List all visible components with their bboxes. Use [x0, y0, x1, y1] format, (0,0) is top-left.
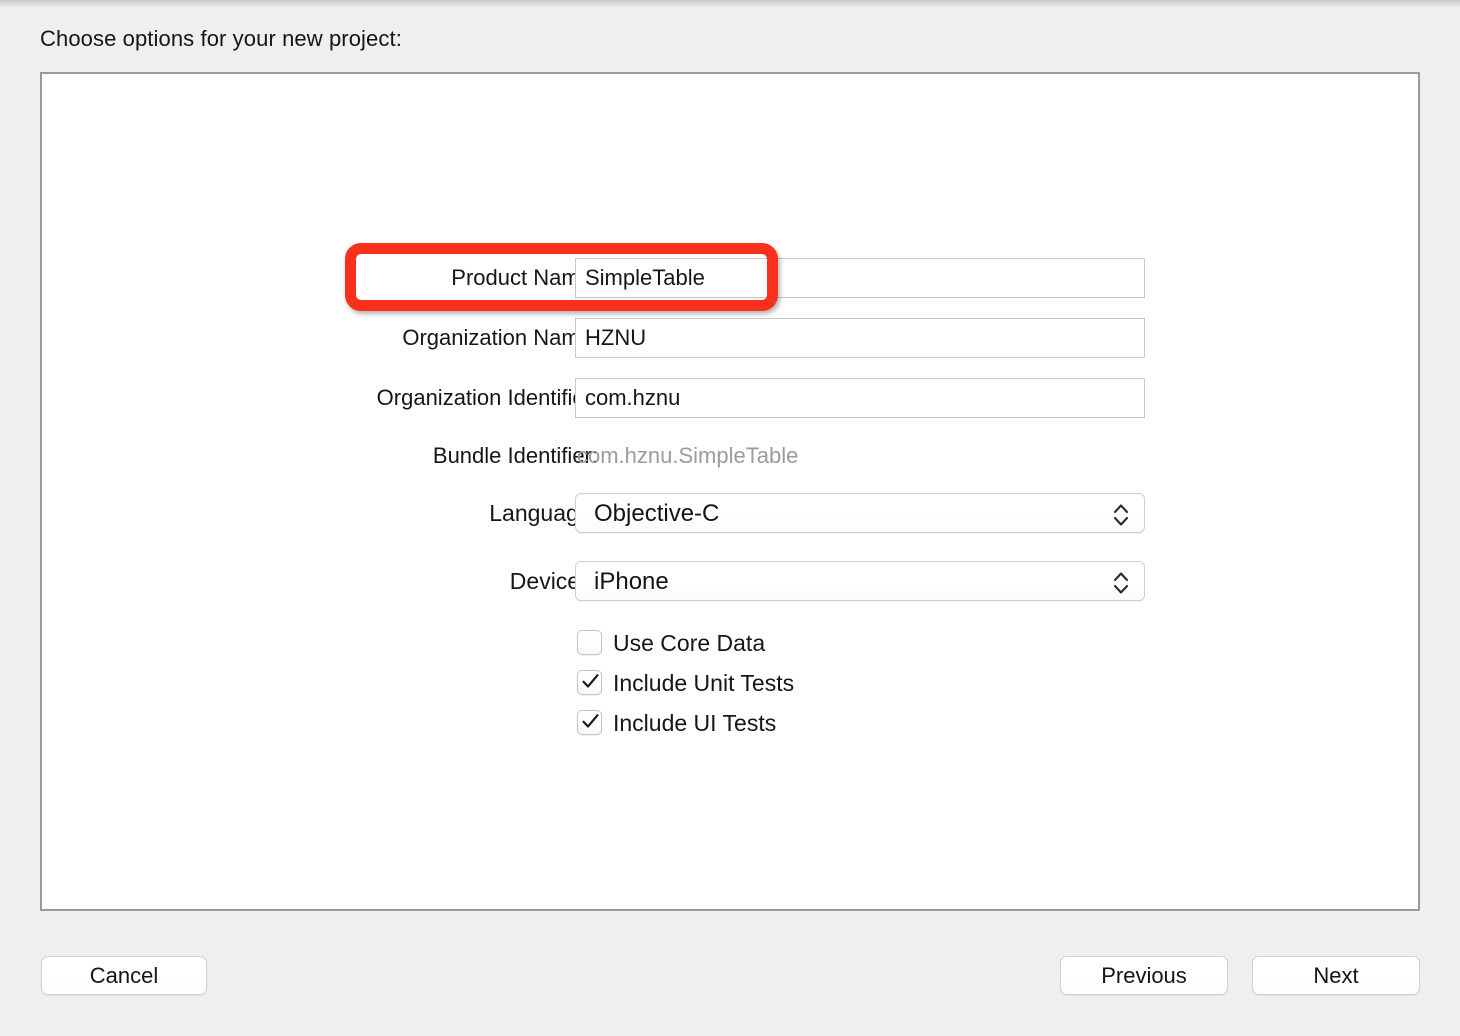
bundle-identifier-value: com.hznu.SimpleTable — [577, 443, 799, 468]
cancel-button[interactable]: Cancel — [41, 956, 207, 995]
organization-name-input[interactable]: HZNU — [575, 318, 1145, 358]
checkmark-icon — [581, 712, 600, 731]
form-row-devices: Devices: iPhone — [42, 561, 1418, 601]
options-panel: Product Name: SimpleTable Organization N… — [40, 72, 1420, 911]
next-button[interactable]: Next — [1252, 956, 1420, 995]
window-chrome-strip — [0, 0, 1460, 7]
include-unit-tests-checkbox[interactable] — [577, 670, 602, 695]
form-row-organization-name: Organization Name: HZNU — [42, 318, 1418, 358]
include-ui-tests-label: Include UI Tests — [613, 710, 777, 736]
form-row-bundle-identifier: Bundle Identifier: com.hznu.SimpleTable — [42, 436, 1418, 476]
use-core-data-label: Use Core Data — [613, 630, 766, 656]
chevron-up-down-icon — [1112, 570, 1130, 596]
devices-label: Devices: — [509, 568, 598, 594]
organization-identifier-label: Organization Identifier: — [376, 385, 598, 410]
product-name-label: Product Name: — [451, 265, 598, 290]
form-row-product-name: Product Name: SimpleTable — [42, 258, 1418, 298]
devices-select-value: iPhone — [594, 568, 669, 595]
devices-select[interactable]: iPhone — [575, 561, 1145, 601]
page-title: Choose options for your new project: — [40, 26, 402, 51]
previous-button[interactable]: Previous — [1060, 956, 1228, 995]
use-core-data-checkbox[interactable] — [577, 630, 602, 655]
chevron-up-down-icon — [1112, 502, 1130, 528]
product-name-input[interactable]: SimpleTable — [575, 258, 1145, 298]
include-ui-tests-checkbox[interactable] — [577, 710, 602, 735]
language-select-value: Objective-C — [594, 500, 720, 527]
language-select[interactable]: Objective-C — [575, 493, 1145, 533]
form-row-organization-identifier: Organization Identifier: com.hznu — [42, 378, 1418, 418]
form-row-language: Language: Objective-C — [42, 493, 1418, 533]
organization-name-label: Organization Name: — [402, 325, 598, 350]
include-unit-tests-label: Include Unit Tests — [613, 670, 795, 696]
organization-identifier-input[interactable]: com.hznu — [575, 378, 1145, 418]
language-label: Language: — [489, 500, 598, 526]
bundle-identifier-label: Bundle Identifier: — [432, 443, 598, 468]
checkmark-icon — [581, 672, 600, 691]
